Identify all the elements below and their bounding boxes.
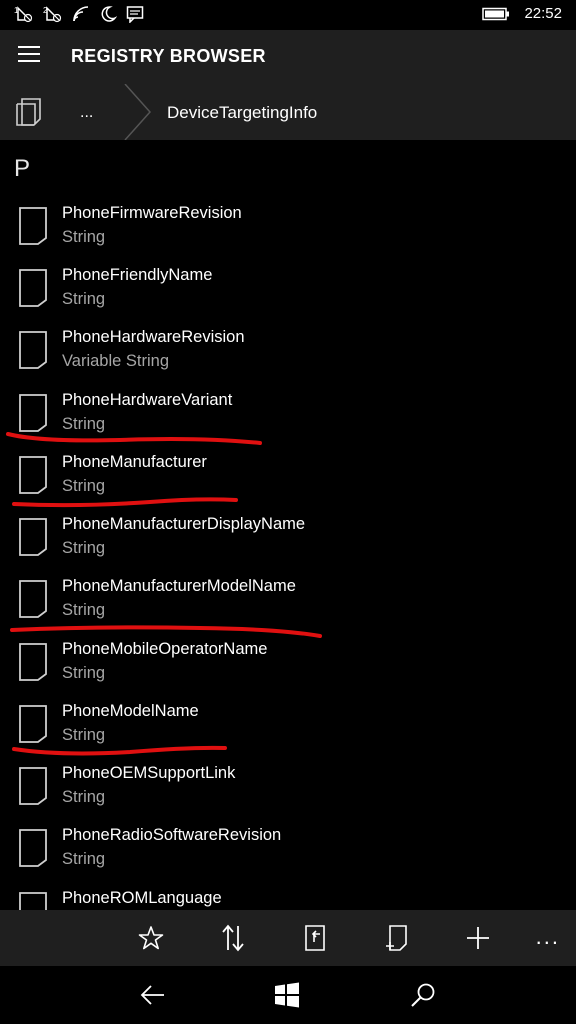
status-bar: 1 2 22:52 [0, 0, 576, 30]
message-icon [126, 6, 144, 23]
export-icon[interactable] [298, 922, 332, 954]
item-name: PhoneManufacturerDisplayName [62, 515, 306, 533]
wifi-icon [73, 6, 89, 22]
hamburger-icon[interactable] [18, 46, 40, 66]
new-key-icon[interactable] [380, 922, 414, 954]
back-icon[interactable] [138, 980, 168, 1010]
item-type: String [62, 664, 106, 682]
list-item[interactable]: PhoneManufacturerDisplayName String [0, 507, 576, 569]
system-nav-bar [0, 966, 576, 1024]
item-type: String [62, 850, 106, 868]
list-item[interactable]: PhoneROMLanguage String [0, 881, 576, 910]
registry-value-icon [19, 580, 47, 618]
item-name: PhoneModelName [62, 702, 199, 720]
breadcrumb-current[interactable]: DeviceTargetingInfo [167, 103, 317, 123]
page-title: REGISTRY BROWSER [71, 46, 266, 66]
item-name: PhoneHardwareRevision [62, 328, 245, 346]
registry-value-icon [19, 331, 47, 369]
list-item[interactable]: PhoneHardwareVariant String [0, 383, 576, 445]
search-icon[interactable] [408, 980, 438, 1010]
item-type: String [62, 228, 106, 246]
registry-value-icon [19, 829, 47, 867]
registry-value-icon [19, 892, 47, 910]
item-name: PhoneFriendlyName [62, 266, 213, 284]
item-type: String [62, 415, 106, 433]
registry-value-icon [19, 394, 47, 432]
registry-root-icon[interactable] [14, 96, 44, 128]
add-icon[interactable] [461, 922, 495, 954]
registry-value-icon [19, 705, 47, 743]
list-item[interactable]: PhoneManufacturerModelName String [0, 569, 576, 631]
breadcrumb-separator-icon [124, 84, 152, 140]
list-item[interactable]: PhoneRadioSoftwareRevision String [0, 818, 576, 880]
signal-1-icon: 1 [14, 6, 33, 23]
list-item[interactable]: PhoneManufacturer String [0, 445, 576, 507]
list-item[interactable]: PhoneOEMSupportLink String [0, 756, 576, 818]
status-time: 22:52 [524, 5, 562, 22]
registry-value-icon [19, 269, 47, 307]
list-item[interactable]: PhoneHardwareRevision Variable String [0, 320, 576, 382]
quiet-hours-icon [101, 6, 117, 22]
status-icons: 1 2 [14, 5, 144, 23]
registry-value-icon [19, 643, 47, 681]
app-header: REGISTRY BROWSER [0, 30, 576, 84]
item-type: String [62, 788, 106, 806]
item-name: PhoneOEMSupportLink [62, 764, 236, 782]
registry-value-list: PhoneFirmwareRevision String PhoneFriend… [0, 196, 576, 910]
item-name: PhoneROMLanguage [62, 889, 222, 907]
item-name: PhoneFirmwareRevision [62, 204, 242, 222]
item-type: Variable String [62, 352, 170, 370]
registry-value-icon [19, 456, 47, 494]
item-type: String [62, 539, 106, 557]
breadcrumb-ellipsis[interactable]: ... [80, 104, 93, 122]
list-item[interactable]: PhoneMobileOperatorName String [0, 632, 576, 694]
item-name: PhoneHardwareVariant [62, 391, 233, 409]
more-options-icon[interactable]: ... [536, 924, 560, 950]
app-bar: ... [0, 910, 576, 966]
list-item[interactable]: PhoneFriendlyName String [0, 258, 576, 320]
item-name: PhoneManufacturer [62, 453, 207, 471]
windows-start-icon[interactable] [272, 980, 302, 1010]
item-name: PhoneRadioSoftwareRevision [62, 826, 282, 844]
registry-value-icon [19, 518, 47, 556]
signal-2-icon: 2 [43, 6, 62, 23]
registry-value-icon [19, 207, 47, 245]
item-name: PhoneManufacturerModelName [62, 577, 296, 595]
item-type: String [62, 290, 106, 308]
item-type: String [62, 477, 106, 495]
item-name: PhoneMobileOperatorName [62, 640, 268, 658]
battery-icon [482, 7, 510, 20]
registry-value-icon [19, 767, 47, 805]
item-type: String [62, 601, 106, 619]
item-type: String [62, 726, 106, 744]
section-letter[interactable]: P [14, 155, 30, 183]
list-item[interactable]: PhoneModelName String [0, 694, 576, 756]
favorite-icon[interactable] [134, 922, 168, 954]
sort-icon[interactable] [216, 922, 250, 954]
breadcrumb: ... DeviceTargetingInfo [0, 84, 576, 140]
list-item[interactable]: PhoneFirmwareRevision String [0, 196, 576, 258]
